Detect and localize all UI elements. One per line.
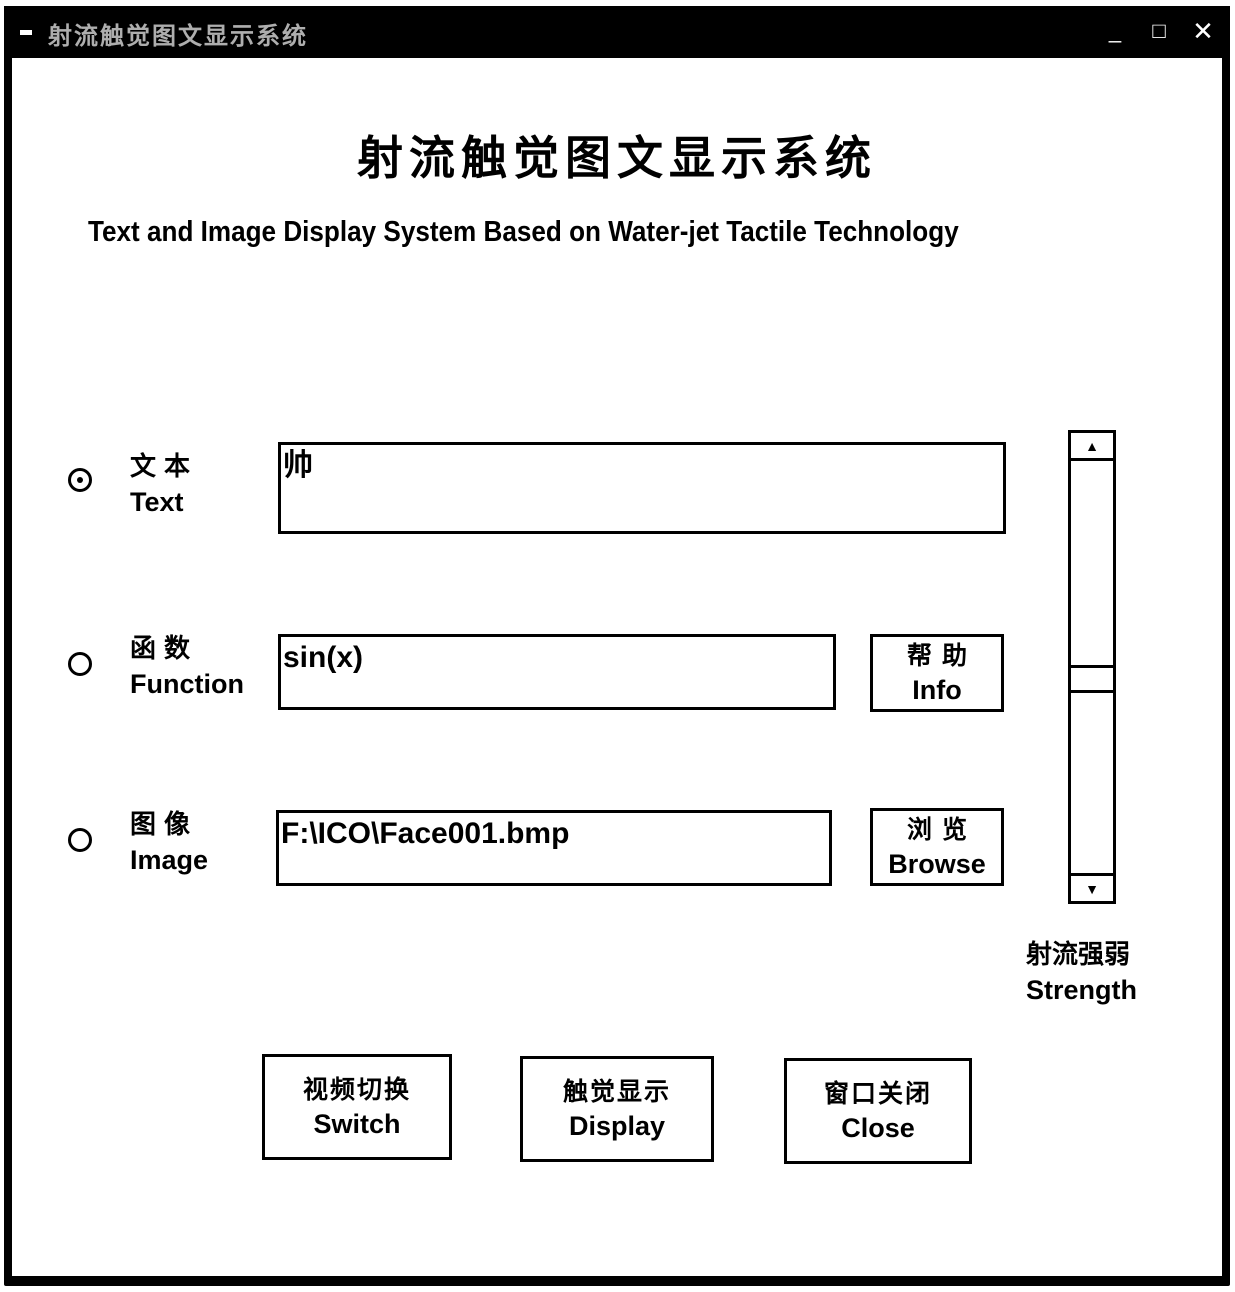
system-menu-icon[interactable] — [20, 30, 32, 35]
display-button[interactable]: 触觉显示 Display — [520, 1056, 714, 1162]
radio-text[interactable] — [68, 468, 92, 492]
browse-button-en: Browse — [888, 849, 986, 879]
label-text-zh: 文本 — [130, 451, 199, 481]
close-button-zh: 窗口关闭 — [823, 1080, 932, 1108]
scroll-down-button[interactable]: ▼ — [1071, 873, 1113, 901]
app-window: 射流触觉图文显示系统 _ □ ✕ 射流触觉图文显示系统 Text and Ima… — [4, 6, 1230, 1286]
image-path-input[interactable]: F:\ICO\Face001.bmp — [276, 810, 832, 886]
title-bar[interactable]: 射流触觉图文显示系统 _ □ ✕ — [4, 6, 1230, 58]
info-button[interactable]: 帮助 Info — [870, 634, 1004, 712]
display-button-en: Display — [568, 1111, 666, 1141]
strength-label-en: Strength — [1026, 975, 1137, 1005]
close-button[interactable]: 窗口关闭 Close — [784, 1058, 972, 1164]
radio-function[interactable] — [68, 652, 92, 676]
maximize-button[interactable]: □ — [1144, 16, 1174, 46]
label-image-en: Image — [130, 845, 209, 875]
label-function-en: Function — [130, 669, 244, 699]
switch-button-zh: 视频切换 — [302, 1076, 411, 1104]
switch-button-en: Switch — [313, 1109, 401, 1139]
label-text: 文本 Text — [130, 448, 198, 520]
client-area: 射流触觉图文显示系统 Text and Image Display System… — [12, 58, 1222, 1276]
label-image: 图像 Image — [130, 806, 208, 878]
label-image-zh: 图像 — [130, 809, 199, 839]
label-text-en: Text — [130, 487, 184, 517]
scroll-track[interactable] — [1071, 461, 1113, 873]
switch-button[interactable]: 视频切换 Switch — [262, 1054, 452, 1160]
strength-label: 射流强弱 Strength — [1026, 936, 1137, 1008]
display-button-zh: 触觉显示 — [562, 1078, 671, 1106]
scroll-thumb[interactable] — [1071, 665, 1113, 693]
label-function-zh: 函数 — [130, 633, 199, 663]
browse-button[interactable]: 浏览 Browse — [870, 808, 1004, 886]
arrow-up-icon: ▲ — [1085, 438, 1099, 454]
close-button-en: Close — [841, 1113, 915, 1143]
scroll-up-button[interactable]: ▲ — [1071, 433, 1113, 461]
page-subtitle: Text and Image Display System Based on W… — [88, 216, 959, 248]
window-title: 射流触觉图文显示系统 — [48, 23, 308, 50]
label-function: 函数 Function — [130, 630, 244, 702]
info-button-zh: 帮助 — [906, 642, 977, 670]
strength-label-zh: 射流强弱 — [1026, 939, 1131, 969]
arrow-down-icon: ▼ — [1085, 881, 1099, 897]
page-title: 射流触觉图文显示系统 — [357, 131, 877, 185]
strength-scrollbar[interactable]: ▲ ▼ — [1068, 430, 1116, 904]
close-window-button[interactable]: ✕ — [1188, 16, 1218, 46]
function-input[interactable]: sin(x) — [278, 634, 836, 710]
browse-button-zh: 浏览 — [906, 816, 977, 844]
text-input[interactable]: 帅 — [278, 442, 1006, 534]
radio-image[interactable] — [68, 828, 92, 852]
minimize-button[interactable]: _ — [1100, 16, 1130, 46]
info-button-en: Info — [912, 675, 962, 705]
